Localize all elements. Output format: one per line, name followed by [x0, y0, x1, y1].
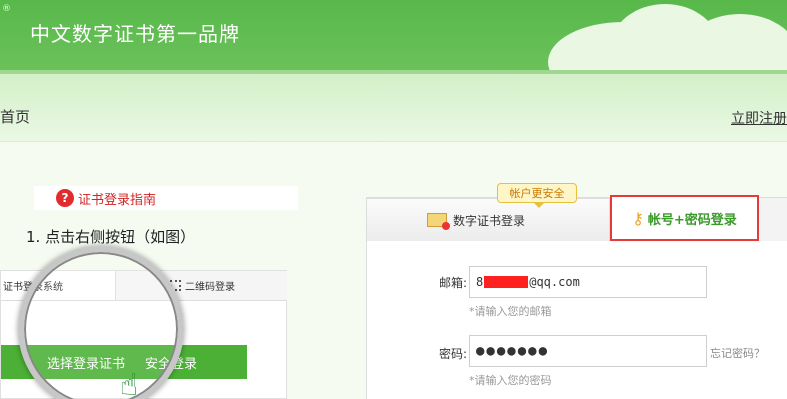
registered-mark: ® [2, 4, 11, 14]
guide-title: 证书登录指南 [78, 192, 157, 208]
guide-header: ? 证书登录指南 [34, 186, 298, 210]
login-form: 邮箱: 8 @qq.com *请输入您的邮箱 密码: ●●●●●●● 忘记密码？… [366, 241, 787, 399]
home-link[interactable]: 首页 [0, 106, 30, 127]
mock-tab-qr: 二维码登录 [116, 271, 287, 301]
qr-code-icon [170, 280, 181, 291]
guide-step-text: 1. 点击右侧按钮（如图） [26, 228, 196, 246]
email-label: 邮箱: [439, 276, 468, 290]
brand-slogan: 中文数字证书第一品牌 [30, 22, 240, 46]
tab-password-label: 帐号+密码登录 [647, 212, 737, 228]
email-hint: *请输入您的邮箱 [469, 305, 552, 318]
login-guide-panel: ? 证书登录指南 1. 点击右侧按钮（如图） 证书登录系统 二维码登录 选择登录… [0, 142, 350, 399]
secure-badge: 帐户更安全 [497, 183, 577, 208]
email-prefix: 8 [476, 275, 484, 289]
mock-button-right-label: 安全登录 [145, 356, 198, 372]
register-link[interactable]: 立即注册 [731, 108, 787, 128]
tab-certificate-label: 数字证书登录 [453, 213, 526, 228]
guide-screenshot: 证书登录系统 二维码登录 选择登录证书 安全登录 [0, 270, 287, 399]
forgot-password-link[interactable]: 忘记密码？ [710, 345, 765, 361]
certificate-icon [427, 213, 450, 230]
email-field[interactable]: 8 @qq.com [469, 266, 707, 298]
key-icon: ⚷ [632, 208, 644, 228]
password-label: 密码: [439, 347, 468, 361]
top-banner: ® 中文数字证书第一品牌 [0, 0, 787, 74]
email-suffix: @qq.com [529, 275, 580, 289]
mock-tab-cert: 证书登录系统 [1, 271, 116, 301]
tab-password-login[interactable]: ⚷ 帐号+密码登录 [610, 195, 759, 241]
password-value: ●●●●●●● [476, 343, 550, 359]
tab-certificate-login[interactable]: 数字证书登录 [366, 198, 610, 242]
question-circle-icon: ? [56, 189, 74, 207]
mock-button-left-label: 选择登录证书 [47, 356, 126, 372]
nav-bar: 首页 立即注册 [0, 74, 787, 142]
password-hint: *请输入您的密码 [469, 374, 552, 387]
mock-tab-qr-label: 二维码登录 [185, 282, 235, 293]
password-field[interactable]: ●●●●●●● [469, 335, 707, 367]
redacted-block [484, 276, 529, 288]
pointer-hand-icon: ☝ [120, 368, 139, 399]
